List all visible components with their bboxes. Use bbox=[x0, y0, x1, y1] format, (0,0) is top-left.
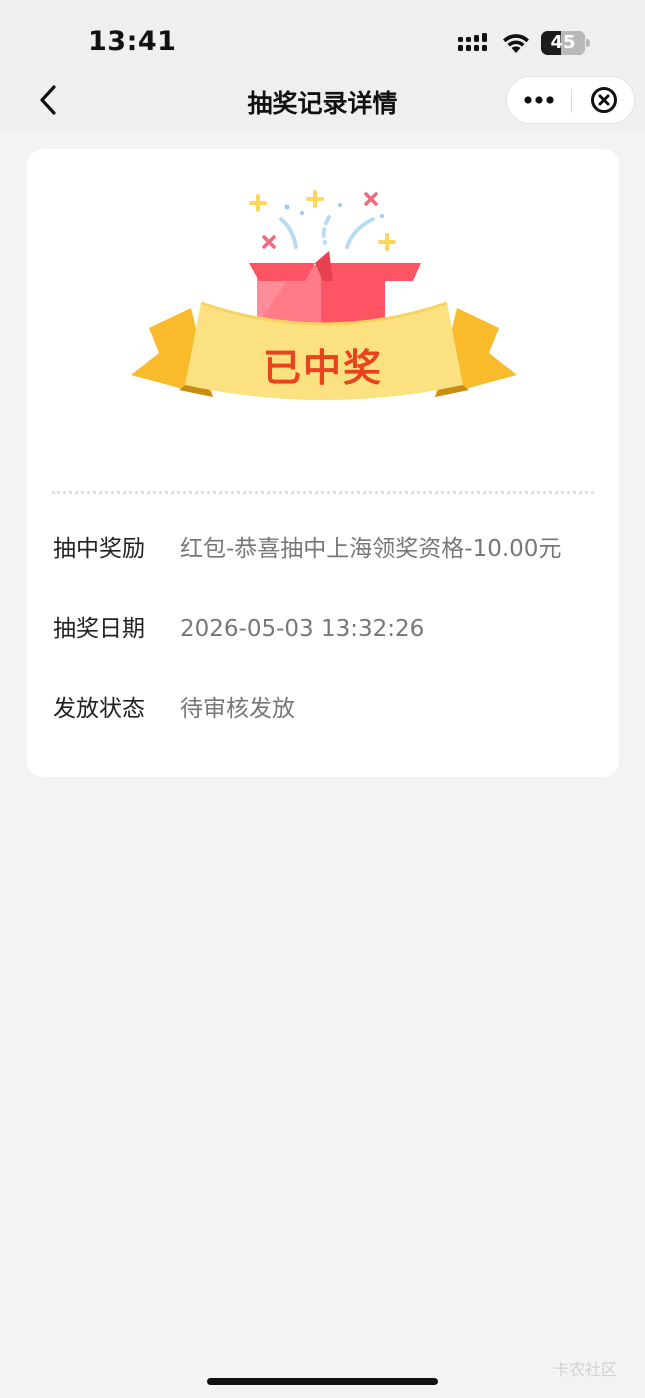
status-bar: 13:41 45 bbox=[0, 0, 645, 70]
info-value: 2026-05-03 13:32:26 bbox=[180, 616, 425, 642]
info-label: 抽中奖励 bbox=[53, 536, 145, 562]
screen: 13:41 45 抽奖记录详情 已中奖 抽中奖励 红包-恭喜抽中上海领奖资格-1… bbox=[0, 0, 645, 1398]
prize-banner-text: 已中奖 bbox=[262, 346, 383, 390]
info-label: 发放状态 bbox=[53, 696, 145, 722]
info-row-reward: 抽中奖励 红包-恭喜抽中上海领奖资格-10.00元 bbox=[53, 532, 613, 566]
more-dots-icon bbox=[524, 96, 554, 104]
close-button[interactable] bbox=[572, 77, 635, 123]
prize-record-card: 已中奖 抽中奖励 红包-恭喜抽中上海领奖资格-10.00元 抽奖日期 2026-… bbox=[27, 149, 619, 777]
info-label: 抽奖日期 bbox=[53, 616, 145, 642]
close-circle-icon bbox=[590, 87, 617, 113]
status-time: 13:41 bbox=[88, 26, 177, 57]
more-button[interactable] bbox=[507, 77, 571, 123]
info-value: 待审核发放 bbox=[180, 696, 295, 722]
mini-program-capsule bbox=[506, 76, 635, 124]
dotted-divider bbox=[52, 491, 594, 494]
signal-icon bbox=[458, 33, 487, 51]
nav-bar: 抽奖记录详情 bbox=[0, 70, 645, 132]
home-indicator[interactable] bbox=[207, 1378, 438, 1385]
info-row-date: 抽奖日期 2026-05-03 13:32:26 bbox=[53, 612, 613, 646]
info-value: 红包-恭喜抽中上海领奖资格-10.00元 bbox=[180, 536, 562, 562]
wifi-icon bbox=[503, 34, 529, 53]
info-row-status: 发放状态 待审核发放 bbox=[53, 692, 613, 726]
battery-icon: 45 bbox=[541, 31, 591, 55]
battery-level: 45 bbox=[550, 32, 576, 53]
watermark: 卡农社区 bbox=[553, 1360, 618, 1379]
